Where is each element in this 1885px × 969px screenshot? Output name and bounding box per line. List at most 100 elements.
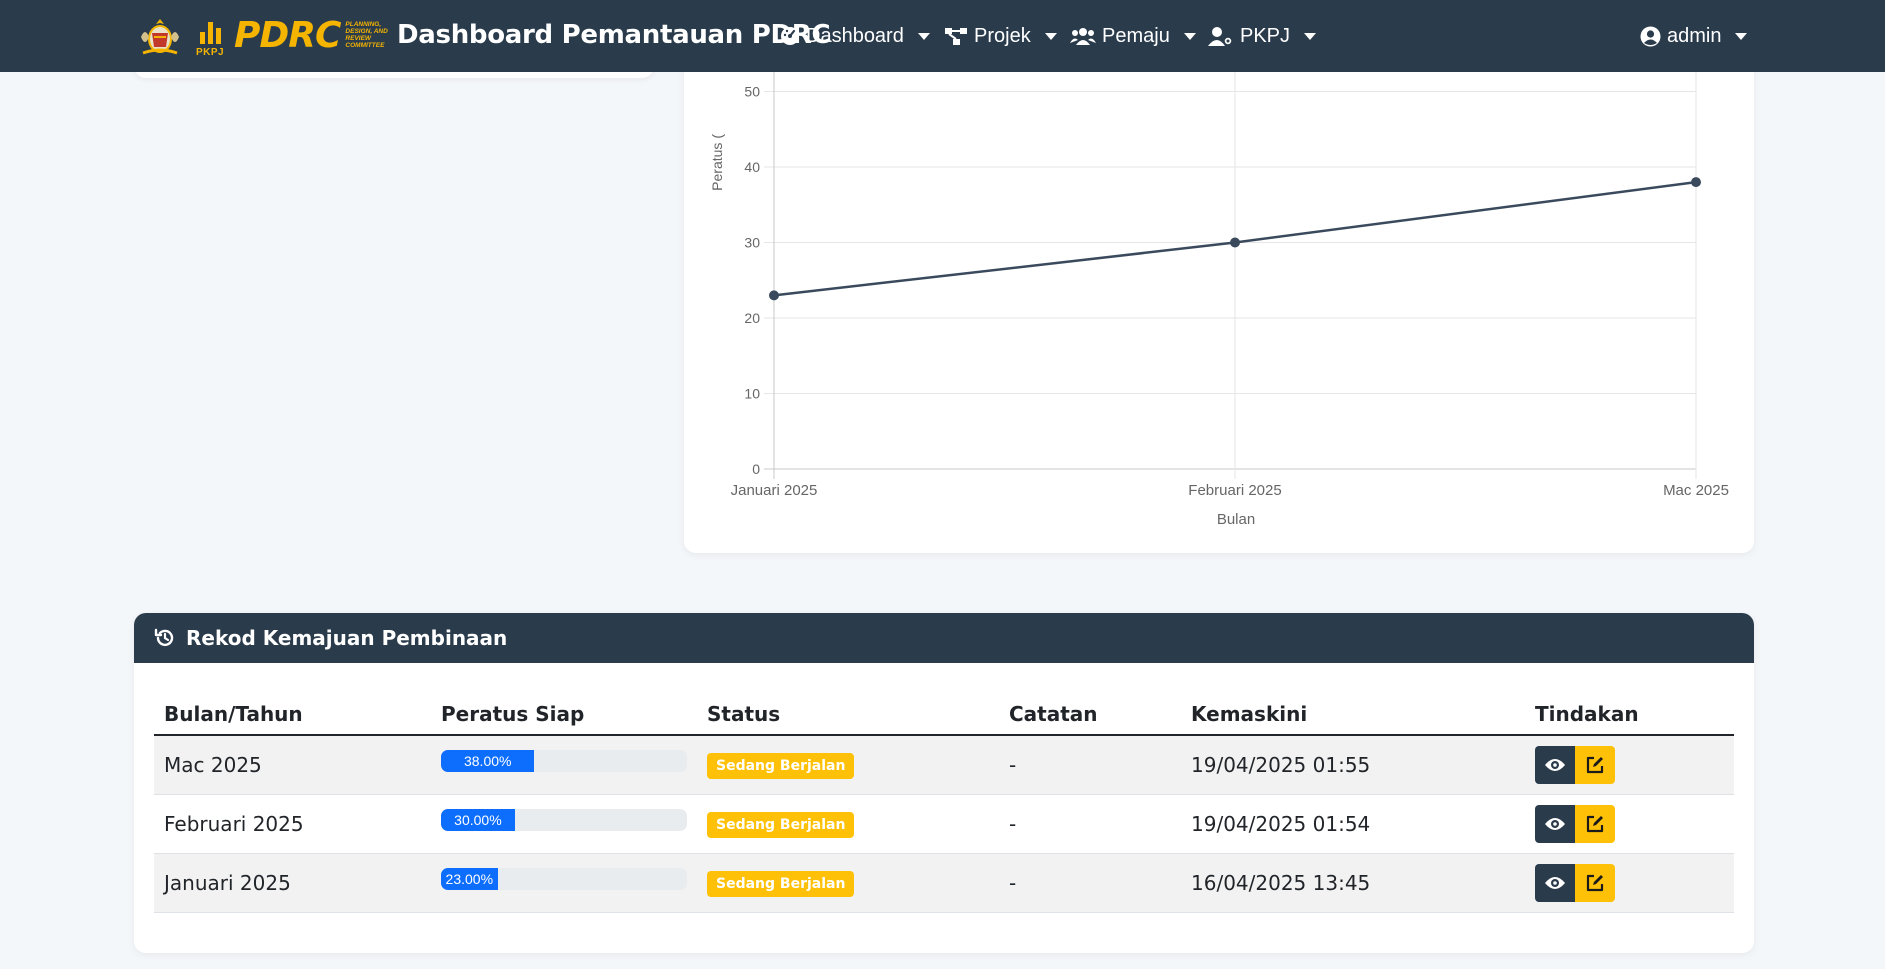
data-point[interactable] — [1230, 237, 1240, 248]
edit-icon — [1586, 756, 1604, 773]
pdrc-logo: PDRC PLANNING, DESIGN, AND REVIEW COMMIT… — [234, 15, 388, 56]
x-tick-label: Februari 2025 — [1188, 482, 1281, 499]
y-axis-title: Peratus ( — [709, 134, 725, 191]
edit-button[interactable] — [1575, 804, 1615, 843]
cell-note: - — [999, 853, 1181, 913]
records-card: Rekod Kemajuan Pembinaan Bulan/Tahun Per… — [134, 613, 1754, 953]
user-menu-label: admin — [1667, 24, 1722, 47]
nav-pemaju[interactable]: Pemaju — [1070, 22, 1196, 50]
pkpj-logo: PKPJ — [194, 14, 226, 58]
records-card-header: Rekod Kemajuan Pembinaan — [134, 613, 1754, 663]
brand-logo[interactable]: PKPJ PDRC PLANNING, DESIGN, AND REVIEW C… — [134, 14, 391, 58]
chevron-down-icon — [1044, 32, 1057, 40]
nav-pemaju-label: Pemaju — [1102, 24, 1170, 47]
col-header-month[interactable]: Bulan/Tahun — [154, 693, 431, 736]
user-menu[interactable]: admin — [1640, 22, 1748, 50]
project-diagram-icon — [945, 28, 967, 45]
x-tick-label: Mac 2025 — [1663, 482, 1729, 499]
progress-bar-track: 38.00% — [441, 749, 687, 772]
col-header-updated[interactable]: Kemaskini — [1181, 693, 1525, 736]
nav-pkpj-label: PKPJ — [1240, 24, 1291, 47]
cell-status: Sedang Berjalan — [697, 735, 999, 795]
users-icon — [1070, 28, 1096, 45]
action-buttons — [1535, 745, 1615, 784]
view-button[interactable] — [1535, 863, 1575, 902]
col-header-percent[interactable]: Peratus Siap — [431, 693, 697, 736]
eye-icon — [1545, 876, 1565, 889]
history-icon — [154, 628, 174, 647]
cell-updated: 16/04/2025 13:45 — [1181, 853, 1525, 913]
view-button[interactable] — [1535, 804, 1575, 843]
app-title: Dashboard Pemantauan PDRC — [397, 20, 831, 50]
y-tick-label: 50 — [744, 84, 760, 100]
cell-percent: 30.00% — [431, 794, 697, 854]
crest-icon — [134, 14, 186, 58]
nav-projek[interactable]: Projek — [944, 22, 1057, 50]
y-tick-label: 40 — [744, 159, 760, 175]
progress-label: 30.00% — [454, 811, 502, 828]
status-badge: Sedang Berjalan — [707, 752, 855, 779]
cell-percent: 38.00% — [431, 735, 697, 795]
x-axis-title: Bulan — [1217, 511, 1255, 528]
progress-line-chart: 0 10 20 30 40 50 Januari 2025 Februari 2025 Mac… — [709, 72, 1729, 528]
cell-status: Sedang Berjalan — [697, 794, 999, 854]
progress-label: 38.00% — [463, 752, 512, 769]
y-tick-label: 10 — [744, 386, 760, 402]
table-row: Februari 2025 30.00% Sedang Berjalan - 1… — [154, 794, 1734, 854]
chevron-down-icon — [1304, 32, 1317, 40]
eye-icon — [1545, 758, 1565, 771]
table-row: Januari 2025 23.00% Sedang Berjalan - 16… — [154, 853, 1734, 913]
chevron-down-icon — [917, 32, 930, 40]
view-button[interactable] — [1535, 745, 1575, 784]
cell-updated: 19/04/2025 01:54 — [1181, 794, 1525, 854]
chevron-down-icon — [1183, 32, 1196, 40]
progress-bar-track: 23.00% — [441, 867, 687, 890]
nav-dashboard-label: Dashboard — [806, 24, 904, 47]
col-header-status[interactable]: Status — [697, 693, 999, 736]
cell-month: Februari 2025 — [154, 794, 431, 854]
records-table: Bulan/Tahun Peratus Siap Status Catatan … — [154, 693, 1734, 913]
edit-icon — [1586, 815, 1604, 832]
user-gear-icon — [1208, 27, 1233, 46]
progress-bar-track: 30.00% — [441, 808, 687, 831]
eye-icon — [1545, 817, 1565, 830]
cell-percent: 23.00% — [431, 853, 697, 913]
col-header-note[interactable]: Catatan — [999, 693, 1181, 736]
nav-dashboard[interactable]: Dashboard — [780, 22, 930, 50]
cell-month: Januari 2025 — [154, 853, 431, 913]
x-tick-label: Januari 2025 — [731, 482, 818, 499]
edit-icon — [1586, 874, 1604, 891]
cell-status: Sedang Berjalan — [697, 853, 999, 913]
action-buttons — [1535, 804, 1615, 843]
progress-label: 23.00% — [445, 870, 494, 887]
y-tick-label: 0 — [752, 461, 760, 477]
cell-month: Mac 2025 — [154, 735, 431, 795]
top-navbar: PKPJ PDRC PLANNING, DESIGN, AND REVIEW C… — [0, 0, 1885, 72]
cell-note: - — [999, 794, 1181, 854]
table-header-row: Bulan/Tahun Peratus Siap Status Catatan … — [154, 693, 1734, 736]
table-row: Mac 2025 38.00% Sedang Berjalan - 19/04/… — [154, 735, 1734, 795]
chart-grid — [764, 72, 1697, 479]
progress-bar-fill: 38.00% — [441, 749, 535, 772]
data-point[interactable] — [769, 290, 779, 301]
col-header-actions: Tindakan — [1525, 693, 1734, 736]
status-badge: Sedang Berjalan — [707, 811, 855, 838]
records-card-title: Rekod Kemajuan Pembinaan — [186, 626, 508, 650]
edit-button[interactable] — [1575, 863, 1615, 902]
data-point[interactable] — [1691, 177, 1701, 188]
action-buttons — [1535, 863, 1615, 902]
y-axis-ticks: 0 10 20 30 40 50 — [744, 84, 760, 478]
x-axis-ticks: Januari 2025 Februari 2025 Mac 2025 — [731, 482, 1729, 499]
cell-updated: 19/04/2025 01:55 — [1181, 735, 1525, 795]
cell-actions — [1525, 794, 1734, 854]
user-circle-icon — [1640, 26, 1661, 46]
chevron-down-icon — [1735, 32, 1748, 40]
cell-actions — [1525, 853, 1734, 913]
nav-pkpj[interactable]: PKPJ — [1208, 22, 1317, 50]
status-badge: Sedang Berjalan — [707, 870, 855, 897]
gauge-icon — [781, 27, 799, 45]
edit-button[interactable] — [1575, 745, 1615, 784]
progress-bar-fill: 23.00% — [441, 867, 498, 890]
cell-note: - — [999, 735, 1181, 795]
progress-bar-fill: 30.00% — [441, 808, 515, 831]
